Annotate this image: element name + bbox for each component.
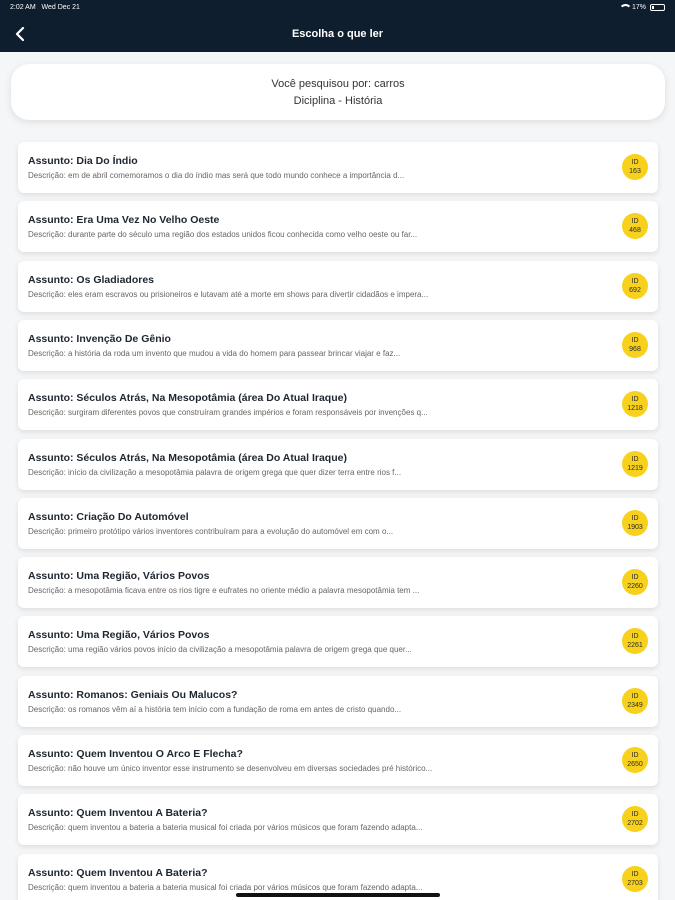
item-description: Descrição: quem inventou a bateria a bat…: [28, 882, 423, 892]
status-indicators: 17%: [618, 4, 665, 11]
id-value: 1903: [627, 523, 643, 531]
item-subject: Assunto: Uma Região, Vários Povos: [28, 570, 210, 583]
item-description: Descrição: os romanos vêm aí a história …: [28, 704, 402, 714]
status-date: Wed Dec 21: [41, 4, 80, 11]
status-time: 2:02 AM: [10, 4, 36, 11]
list-item[interactable]: Assunto: Quem Inventou O Arco E Flecha? D…: [18, 735, 658, 786]
id-badge: ID 692: [622, 272, 648, 299]
id-label: ID: [631, 633, 639, 641]
home-indicator: [236, 893, 440, 897]
id-label: ID: [631, 159, 639, 166]
wifi-icon: [618, 4, 632, 11]
id-badge: ID 2261: [622, 628, 648, 655]
id-label: ID: [631, 455, 639, 463]
id-value: 468: [629, 227, 641, 235]
id-label: ID: [631, 277, 639, 285]
list-item[interactable]: Assunto: Era Uma Vez No Velho Oeste Descr…: [18, 201, 658, 253]
id-value: 1218: [627, 405, 643, 413]
id-label: ID: [631, 336, 639, 344]
id-badge: ID 2260: [622, 569, 648, 596]
id-badge: ID 2349: [622, 687, 648, 714]
id-badge: ID 468: [622, 213, 648, 240]
item-description: Descrição: uma região vários povos iníci…: [28, 645, 412, 655]
list-item[interactable]: Assunto: Criação Do Automóvel Descrição: …: [18, 497, 658, 549]
id-badge: ID 2703: [622, 865, 648, 892]
id-badge: ID 1219: [622, 450, 648, 477]
id-value: 2349: [627, 701, 643, 709]
id-badge: ID 968: [622, 331, 648, 358]
id-value: 2261: [627, 642, 643, 650]
status-bar: 2:02 AM Wed Dec 21 17%: [0, 0, 675, 16]
item-description: Descrição: início da civilização a mesop…: [28, 467, 402, 477]
item-subject: Assunto: Romanos: Geniais Ou Malucos?: [28, 688, 238, 701]
id-label: ID: [631, 870, 639, 878]
list-item[interactable]: Assunto: Quem Inventou A Bateria? Descriç…: [18, 794, 658, 846]
item-description: Descrição: primeiro protótipo vários inv…: [28, 526, 394, 536]
list-item[interactable]: Assunto: Romanos: Geniais Ou Malucos? Des…: [18, 675, 658, 727]
id-label: ID: [631, 811, 639, 819]
item-subject: Assunto: Quem Inventou O Arco E Flecha?: [28, 748, 243, 760]
id-value: 2703: [627, 879, 643, 887]
item-subject: Assunto: Dia Do Índio: [28, 155, 138, 167]
list-item[interactable]: Assunto: Dia Do Índio Descrição: em de ab…: [18, 142, 658, 193]
id-value: 2702: [627, 820, 643, 828]
list-item[interactable]: Assunto: Os Gladiadores Descrição: eles e…: [18, 260, 658, 312]
list-item[interactable]: Assunto: Séculos Atrás, Na Mesopotâmia (…: [18, 438, 658, 490]
item-subject: Assunto: Os Gladiadores: [28, 273, 155, 286]
id-label: ID: [631, 218, 639, 226]
battery-icon: [650, 4, 665, 11]
item-subject: Assunto: Uma Região, Vários Povos: [28, 629, 210, 642]
id-badge: ID 163: [622, 154, 648, 180]
item-subject: Assunto: Séculos Atrás, Na Mesopotâmia (…: [28, 392, 347, 405]
item-description: Descrição: a mesopotâmia ficava entre os…: [28, 586, 420, 596]
id-label: ID: [631, 752, 639, 759]
list-item[interactable]: Assunto: Uma Região, Vários Povos Descriç…: [18, 557, 658, 609]
item-description: Descrição: eles eram escravos ou prision…: [28, 289, 429, 299]
item-description: Descrição: em de abril comemoramos o dia…: [28, 171, 405, 180]
id-badge: ID 1903: [622, 509, 648, 536]
item-description: Descrição: não houve um único inventor e…: [28, 764, 433, 773]
item-description: Descrição: quem inventou a bateria a bat…: [28, 823, 423, 833]
item-subject: Assunto: Era Uma Vez No Velho Oeste: [28, 214, 220, 227]
id-value: 163: [629, 168, 641, 175]
search-query-text: Você pesquisou por: carros: [271, 78, 405, 90]
nav-row: Escolha o que ler: [0, 20, 675, 50]
list-item[interactable]: Assunto: Séculos Atrás, Na Mesopotâmia (…: [18, 379, 658, 431]
item-subject: Assunto: Criação Do Automóvel: [28, 510, 189, 523]
id-value: 2260: [627, 583, 643, 591]
discipline-text: Diciplina - História: [293, 95, 383, 107]
item-subject: Assunto: Quem Inventou A Bateria?: [28, 807, 208, 820]
search-summary-card: Você pesquisou por: carros Diciplina - H…: [11, 64, 665, 120]
id-label: ID: [631, 692, 639, 700]
id-label: ID: [631, 514, 639, 522]
id-label: ID: [631, 396, 639, 404]
id-badge: ID 2650: [622, 747, 648, 773]
id-label: ID: [631, 574, 639, 582]
item-subject: Assunto: Séculos Atrás, Na Mesopotâmia (…: [28, 451, 347, 464]
id-badge: ID 1218: [622, 391, 648, 418]
page-title: Escolha o que ler: [291, 28, 384, 40]
id-value: 692: [629, 286, 641, 294]
id-value: 1219: [627, 464, 643, 472]
item-description: Descrição: durante parte do século uma r…: [28, 230, 418, 240]
app-header: 2:02 AM Wed Dec 21 17% Escolha o que ler: [0, 0, 675, 52]
item-subject: Assunto: Quem Inventou A Bateria?: [28, 866, 208, 879]
status-time-date: 2:02 AM Wed Dec 21: [10, 4, 80, 11]
id-value: 968: [629, 345, 641, 353]
list-item[interactable]: Assunto: Invenção De Gênio Descrição: a h…: [18, 319, 658, 371]
item-description: Descrição: a história da roda um invento…: [28, 348, 401, 358]
list-item[interactable]: Assunto: Uma Região, Vários Povos Descriç…: [18, 616, 658, 668]
id-badge: ID 2702: [622, 806, 648, 833]
battery-percent: 17%: [631, 4, 646, 11]
item-subject: Assunto: Invenção De Gênio: [28, 332, 171, 345]
item-description: Descrição: surgiram diferentes povos que…: [28, 408, 428, 418]
id-value: 2650: [627, 761, 643, 768]
